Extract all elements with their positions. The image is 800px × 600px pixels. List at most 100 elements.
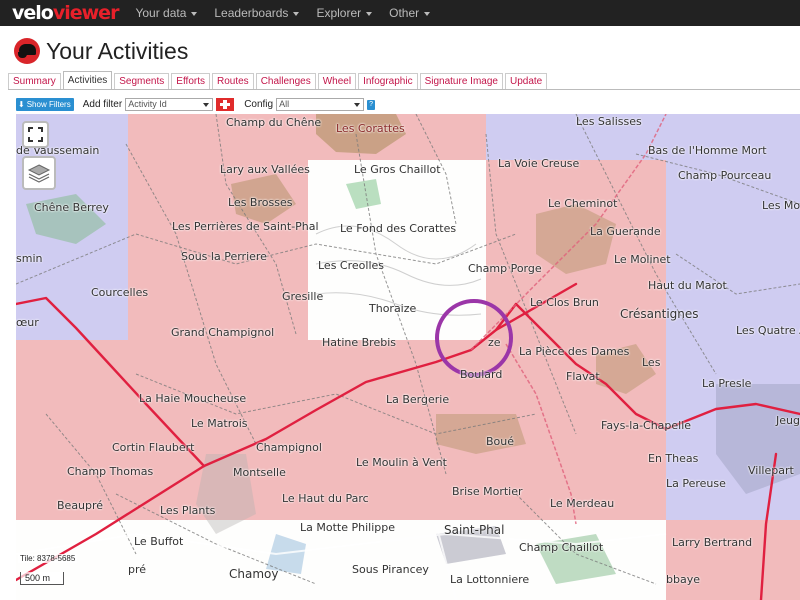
tab-infographic[interactable]: Infographic bbox=[358, 73, 418, 90]
place-label: La Guerande bbox=[590, 225, 661, 238]
config-label: Config bbox=[244, 99, 274, 110]
veloviewer-logo[interactable]: velo viewer bbox=[12, 0, 120, 26]
rhino-logo-icon bbox=[14, 38, 40, 64]
show-filters-button[interactable]: ⬇ Show Filters bbox=[16, 98, 74, 111]
place-label: Bas de l'Homme Mort bbox=[648, 144, 767, 157]
tab-routes[interactable]: Routes bbox=[212, 73, 254, 90]
place-label: Brise Mortier bbox=[452, 485, 523, 498]
arrow-down-icon: ⬇ bbox=[18, 100, 25, 109]
tab-wheel[interactable]: Wheel bbox=[317, 73, 357, 90]
fullscreen-icon bbox=[28, 127, 43, 142]
place-label: Jeug bbox=[776, 414, 800, 427]
place-label: Le Merdeau bbox=[550, 497, 615, 510]
chevron-down-icon bbox=[354, 103, 361, 107]
place-label: Montselle bbox=[233, 466, 286, 479]
place-label: Sous la Perriere bbox=[181, 250, 267, 263]
place-label: Champignol bbox=[256, 441, 322, 454]
place-label: Les bbox=[642, 356, 661, 369]
place-label: Les Salisses bbox=[576, 115, 642, 128]
tab-segments[interactable]: Segments bbox=[114, 73, 170, 90]
nav-your-data-label: Your data bbox=[135, 6, 187, 20]
place-label: Les Plants bbox=[160, 504, 216, 517]
nav-other[interactable]: Other bbox=[389, 6, 431, 20]
tab-signature-image[interactable]: Signature Image bbox=[419, 73, 503, 90]
nav-leaderboards-label: Leaderboards bbox=[214, 6, 289, 20]
logo-viewer-text: viewer bbox=[52, 2, 120, 24]
add-filter-select[interactable]: Activity Id bbox=[125, 98, 214, 111]
place-label: Les Mo bbox=[762, 199, 800, 212]
page-header: Your Activities bbox=[14, 36, 188, 66]
nav-explorer-label: Explorer bbox=[316, 6, 362, 20]
map-tiles-svg bbox=[16, 114, 800, 600]
place-label: La Bergerie bbox=[386, 393, 450, 406]
place-label: La Lottonniere bbox=[450, 573, 530, 586]
show-filters-label: Show Filters bbox=[26, 100, 71, 109]
place-label: Courcelles bbox=[91, 286, 149, 299]
place-label: Le Clos Brun bbox=[530, 296, 599, 309]
place-label: La Motte Philippe bbox=[300, 521, 395, 534]
place-label: Flavat bbox=[566, 370, 600, 383]
config-select[interactable]: All bbox=[276, 98, 365, 111]
place-label: La Pièce des Dames bbox=[519, 345, 630, 358]
place-label: Les Brosses bbox=[228, 196, 293, 209]
place-label: En Theas bbox=[648, 452, 699, 465]
add-filter-value: Activity Id bbox=[128, 99, 167, 109]
add-filter-button[interactable] bbox=[216, 98, 235, 111]
caret-down-icon bbox=[424, 11, 431, 16]
place-label: Les Creolles bbox=[318, 259, 384, 272]
place-label: Hatine Brebis bbox=[322, 336, 396, 349]
tab-summary[interactable]: Summary bbox=[8, 73, 61, 90]
nav-your-data[interactable]: Your data bbox=[135, 6, 198, 20]
top-navbar: velo viewer Your data Leaderboards Explor… bbox=[0, 0, 800, 26]
add-filter-label: Add filter bbox=[82, 99, 123, 110]
place-label: Les Quatre A bbox=[736, 324, 800, 337]
nav-leaderboards[interactable]: Leaderboards bbox=[214, 6, 300, 20]
logo-velo-text: velo bbox=[12, 2, 54, 24]
place-label: ze bbox=[488, 336, 501, 349]
place-label: La Voie Creuse bbox=[498, 157, 580, 170]
place-label: Champ Chaillot bbox=[519, 541, 604, 554]
nav-other-label: Other bbox=[389, 6, 420, 20]
activity-map[interactable]: Champ du Chêne Les Corattes Les Salisses… bbox=[16, 114, 800, 600]
place-label: Cortin Flaubert bbox=[112, 441, 195, 454]
chevron-down-icon bbox=[203, 103, 210, 107]
page-title: Your Activities bbox=[46, 37, 189, 64]
config-value: All bbox=[279, 99, 290, 109]
map-scale-bar: 500 m bbox=[20, 572, 64, 585]
place-label: œur bbox=[16, 316, 39, 329]
place-label: Les Perrières de Saint-Phal bbox=[172, 220, 319, 233]
place-label: Le Moulin à Vent bbox=[356, 456, 447, 469]
tab-efforts[interactable]: Efforts bbox=[171, 73, 210, 90]
place-label: Champ Porge bbox=[468, 262, 542, 275]
caret-down-icon bbox=[366, 11, 373, 16]
layers-icon bbox=[27, 164, 51, 183]
place-label: Champ Pourceau bbox=[678, 169, 772, 182]
help-button[interactable]: ? bbox=[367, 99, 376, 110]
place-label: La Pereuse bbox=[666, 477, 726, 490]
place-label: Thoraize bbox=[369, 302, 417, 315]
layers-button[interactable] bbox=[22, 156, 56, 190]
place-label: Villepart bbox=[748, 464, 794, 477]
place-label: Sous Pirancey bbox=[352, 563, 429, 576]
place-label: Le Molinet bbox=[614, 253, 671, 266]
tab-divider bbox=[8, 89, 800, 90]
place-label: Beaupré bbox=[57, 499, 104, 512]
place-label: smin bbox=[16, 252, 43, 265]
place-label: Le Fond des Corattes bbox=[340, 222, 457, 235]
tab-activities[interactable]: Activities bbox=[62, 71, 113, 90]
place-label: Boué bbox=[486, 435, 515, 448]
place-label: La Presle bbox=[702, 377, 752, 390]
place-label: Le Buffot bbox=[134, 535, 184, 548]
place-label: bbaye bbox=[666, 573, 700, 586]
activity-tabs: Summary Activities Segments Efforts Rout… bbox=[8, 71, 549, 90]
place-label: Boulard bbox=[460, 368, 503, 381]
place-label: Lary aux Vallées bbox=[220, 163, 310, 176]
place-label: Le Cheminot bbox=[548, 197, 618, 210]
place-label: Fays-la-Chapelle bbox=[601, 419, 692, 432]
caret-down-icon bbox=[293, 11, 300, 16]
tab-update[interactable]: Update bbox=[504, 73, 548, 90]
tab-challenges[interactable]: Challenges bbox=[255, 73, 316, 90]
nav-explorer[interactable]: Explorer bbox=[316, 6, 373, 20]
fullscreen-button[interactable] bbox=[22, 121, 49, 148]
place-label: Le Matrois bbox=[191, 417, 248, 430]
